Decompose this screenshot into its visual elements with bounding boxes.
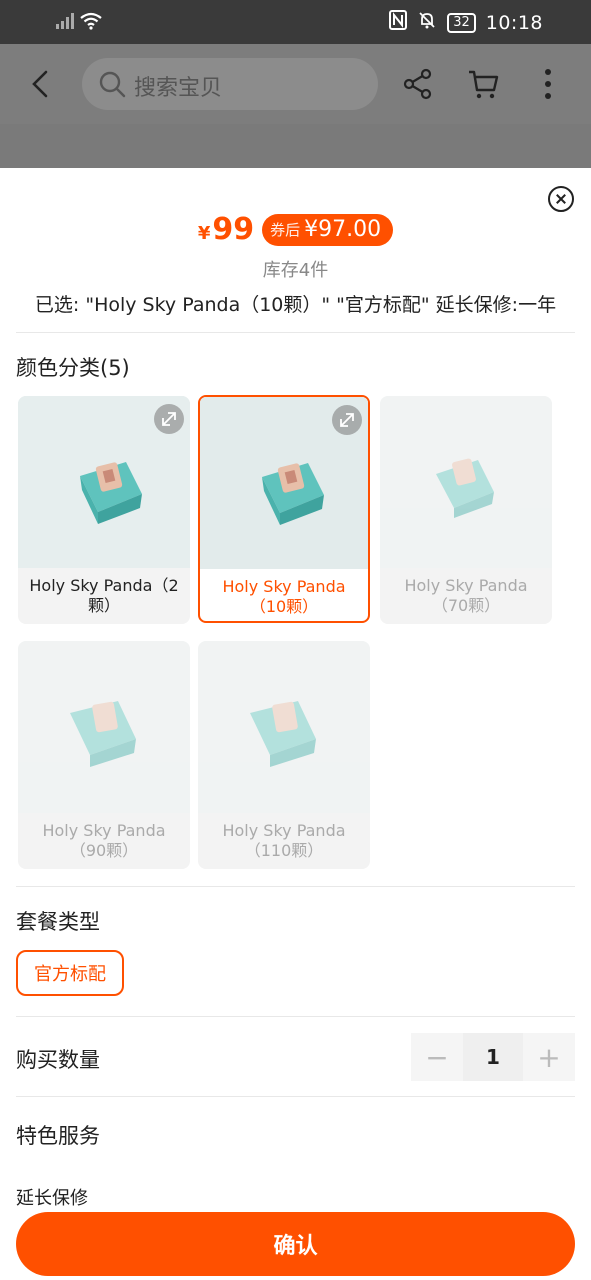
expand-icon[interactable]	[154, 404, 184, 434]
price-row: ¥ 99 券后 ¥97.00	[0, 212, 591, 247]
coupon-price-badge: 券后 ¥97.00	[262, 213, 394, 246]
divider	[16, 1016, 575, 1017]
keyswitch-image	[198, 641, 370, 813]
overlay-backdrop[interactable]	[0, 124, 591, 168]
quantity-plus-button[interactable]: +	[523, 1033, 575, 1081]
clock: 10:18	[485, 11, 543, 34]
package-option-button[interactable]: 官方标配	[16, 950, 124, 996]
divider	[16, 886, 575, 887]
product-image	[18, 641, 190, 813]
warranty-label: 延长保修	[16, 1188, 88, 1209]
share-icon	[403, 68, 432, 100]
divider	[16, 1096, 575, 1097]
chevron-left-icon	[32, 70, 48, 98]
search-input[interactable]: 搜索宝贝	[82, 58, 378, 110]
color-option-label: Holy Sky Panda（90颗）	[42, 821, 166, 860]
stock-text: 库存4件	[262, 260, 329, 281]
color-option-label: Holy Sky Panda（70颗）	[404, 576, 528, 615]
search-placeholder: 搜索宝贝	[134, 76, 223, 101]
package-section-title: 套餐类型	[16, 910, 100, 934]
color-option-card-selected[interactable]: Holy Sky Panda（10颗）	[198, 395, 370, 623]
price-currency: ¥	[197, 223, 211, 244]
color-option-label: Holy Sky Panda（2颗）	[29, 576, 179, 615]
product-image	[198, 641, 370, 813]
color-option-card-disabled[interactable]: Holy Sky Panda（90颗）	[18, 641, 190, 869]
status-left	[56, 12, 102, 34]
keyswitch-image	[380, 396, 552, 568]
coupon-price: ¥97.00	[304, 217, 382, 242]
share-button[interactable]	[400, 66, 436, 102]
quantity-stepper: − 1 +	[411, 1033, 575, 1081]
color-option-label: Holy Sky Panda（110颗）	[222, 821, 346, 860]
page-header: 搜索宝贝	[0, 44, 591, 124]
confirm-button[interactable]: 确认	[16, 1212, 575, 1276]
product-image	[380, 396, 552, 568]
mute-bell-icon	[417, 10, 437, 35]
quantity-minus-button[interactable]: −	[411, 1033, 463, 1081]
price-value: 99	[212, 212, 255, 247]
signal-icon	[56, 13, 74, 33]
expand-icon[interactable]	[332, 405, 362, 435]
back-button[interactable]	[26, 66, 58, 102]
color-option-card-disabled[interactable]: Holy Sky Panda（70颗）	[380, 396, 552, 624]
color-option-card-disabled[interactable]: Holy Sky Panda（110颗）	[198, 641, 370, 869]
status-bar: 32 10:18	[0, 0, 591, 44]
color-section-title: 颜色分类(5)	[16, 356, 130, 380]
nfc-icon	[389, 10, 408, 35]
keyswitch-image	[18, 641, 190, 813]
divider	[16, 332, 575, 333]
color-option-label: Holy Sky Panda（10颗）	[222, 577, 346, 616]
quantity-value[interactable]: 1	[463, 1033, 523, 1081]
cart-button[interactable]	[466, 66, 502, 102]
status-right: 32 10:18	[389, 10, 543, 35]
search-icon	[98, 70, 126, 102]
battery-indicator: 32	[447, 12, 476, 33]
selected-summary: 已选: "Holy Sky Panda（10颗）" "官方标配" 延长保修:一年	[34, 294, 557, 316]
coupon-label: 券后	[270, 221, 301, 239]
more-button[interactable]	[530, 66, 566, 102]
more-vertical-icon	[545, 69, 551, 99]
sku-selection-sheet: ¥ 99 券后 ¥97.00 库存4件 已选: "Holy Sky Panda（…	[0, 168, 591, 1280]
color-option-card[interactable]: Holy Sky Panda（2颗）	[18, 396, 190, 624]
wifi-icon	[80, 12, 102, 34]
quantity-label: 购买数量	[16, 1048, 100, 1072]
cart-icon	[469, 70, 499, 99]
price: ¥ 99	[198, 212, 254, 247]
close-button[interactable]	[548, 186, 574, 212]
services-section-title: 特色服务	[16, 1124, 100, 1148]
